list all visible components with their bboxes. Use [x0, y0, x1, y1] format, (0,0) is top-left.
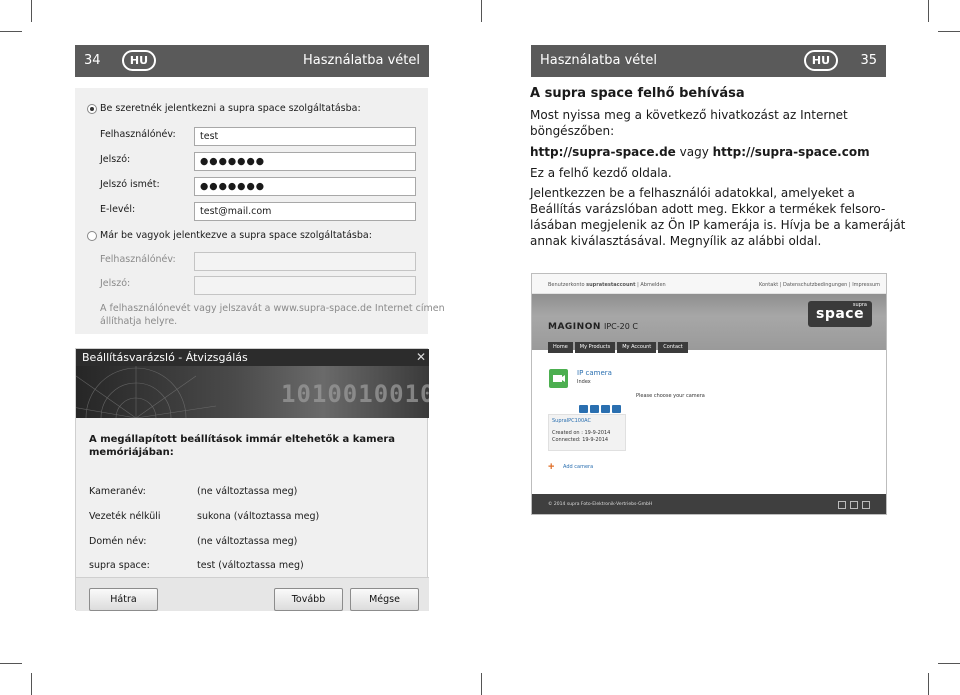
setup-wizard-screenshot: Beállításvarázsló - Átvizsgálás ✕ 101001… [75, 348, 429, 611]
password-repeat-input[interactable]: ●●●●●●● [194, 177, 416, 196]
delete-icon[interactable] [612, 405, 621, 413]
left-page-header: 34 HU Használatba vétel [75, 45, 429, 77]
page-number: 34 [84, 53, 101, 68]
settings-icon[interactable] [601, 405, 610, 413]
menu-item-contact[interactable]: Contact [658, 342, 688, 353]
setting-label: Domén név: [89, 536, 147, 547]
device-card[interactable]: SupraIPC100AC Created on : 19-9-2014 Con… [548, 414, 626, 451]
existing-username-label: Felhasználónév: [100, 254, 176, 265]
url-line: http://supra-space.de vagy http://supra-… [530, 145, 870, 159]
choose-camera-text: Please choose your camera [636, 393, 705, 399]
main-menu: Home My Products My Account Contact [548, 342, 688, 353]
close-icon[interactable]: ✕ [416, 350, 426, 364]
brand-name: MAGINON [548, 322, 601, 332]
camera-subtitle: Index [577, 379, 591, 385]
page-header-title: Használatba vétel [303, 53, 420, 68]
article-paragraph: Ez a felhő kezdő oldala. [530, 166, 672, 180]
username-label: Felhasználónév: [100, 129, 176, 140]
register-radio-label: Be szeretnék jelentkezni a supra space s… [100, 103, 361, 114]
account-name[interactable]: supratestaccount [586, 282, 635, 288]
camera-icon [549, 369, 568, 388]
existing-account-radio-label: Már be vagyok jelentkezve a supra space … [100, 230, 372, 241]
account-bar: Benutzerkonto supratestaccount | Abmelde… [532, 274, 886, 294]
setting-value: sukona (változtassa meg) [197, 511, 320, 522]
register-radio[interactable] [87, 104, 97, 114]
add-camera-link[interactable]: Add camera [563, 464, 593, 470]
device-created: Created on : 19-9-2014 [552, 430, 611, 436]
menu-item-home[interactable]: Home [548, 342, 573, 353]
view-icon[interactable] [579, 405, 588, 413]
banner-digits: 1010010010 [281, 380, 429, 408]
password-input[interactable]: ●●●●●●● [194, 152, 416, 171]
browser-screenshot: Benutzerkonto supratestaccount | Abmelde… [531, 273, 887, 515]
wizard-heading-line1: A megállapított beállítások immár eltehe… [89, 434, 396, 445]
setting-value: (ne változtassa meg) [197, 486, 298, 497]
wizard-title: Beállításvarázsló - Átvizsgálás [82, 351, 248, 364]
wizard-banner: 1010010010 [76, 366, 429, 418]
menu-item-my-account[interactable]: My Account [617, 342, 657, 353]
setting-value: test (változtassa meg) [197, 560, 304, 571]
wizard-heading-line2: memóriájában: [89, 447, 174, 458]
account-info: Benutzerkonto supratestaccount | Abmelde… [548, 282, 666, 288]
device-toolbar [579, 405, 621, 413]
recovery-note-line1: A felhasználónevét vagy jelszavát a www.… [100, 303, 445, 314]
existing-username-input[interactable] [194, 252, 416, 271]
setting-label: Kameranév: [89, 486, 146, 497]
logout-link[interactable]: | Abmelden [635, 282, 666, 288]
or-word: vagy [675, 145, 713, 159]
url-link[interactable]: http://supra-space.de [530, 145, 676, 159]
facebook-icon[interactable] [838, 501, 846, 509]
language-badge: HU [804, 50, 838, 71]
password-repeat-label: Jelszó ismét: [100, 179, 160, 190]
add-icon[interactable]: + [548, 462, 554, 473]
setting-value: (ne változtassa meg) [197, 536, 298, 547]
email-input[interactable]: test@mail.com [194, 202, 416, 221]
recovery-note-line2: állíthatja helyre. [100, 316, 178, 327]
article-paragraph: Most nyissa meg a következő hivatkozást … [530, 108, 848, 122]
right-page-header: Használatba vétel HU 35 [531, 45, 886, 77]
article-paragraph: annak kiválasztásával. Megnyílik az aláb… [530, 234, 822, 248]
wizard-button-bar: Hátra Tovább Mégse [76, 577, 429, 611]
existing-password-input[interactable] [194, 276, 416, 295]
device-name: SupraIPC100AC [552, 418, 591, 424]
page-header-title: Használatba vétel [540, 53, 657, 68]
camera-title[interactable]: IP camera [577, 369, 612, 377]
article-paragraph: lásában megjelenik az Ön IP kamerája is.… [530, 218, 906, 232]
article-paragraph: böngészőben: [530, 124, 615, 138]
page-number: 35 [860, 53, 877, 68]
article-title: A supra space felhő behívása [530, 86, 745, 101]
back-button[interactable]: Hátra [89, 588, 158, 611]
existing-account-radio[interactable] [87, 231, 97, 241]
existing-password-label: Jelszó: [100, 278, 131, 289]
close-icon[interactable] [862, 501, 870, 509]
device-connected: Connected: 19-9-2014 [552, 437, 609, 443]
wizard-title-bar: Beállításvarázsló - Átvizsgálás ✕ [76, 349, 429, 366]
model-name: IPC-20 C [604, 322, 638, 331]
email-label: E-levél: [100, 204, 136, 215]
language-badge: HU [122, 50, 156, 71]
supra-space-logo: supra space [808, 301, 872, 327]
site-footer: © 2014 supra Foto-Elektronik-Vertriebs-G… [532, 494, 886, 514]
setting-label: supra space: [89, 560, 150, 571]
password-label: Jelszó: [100, 154, 131, 165]
username-input[interactable]: test [194, 127, 416, 146]
setting-label: Vezeték nélküli [89, 511, 161, 522]
edit-icon[interactable] [590, 405, 599, 413]
login-form-screenshot: Be szeretnék jelentkezni a supra space s… [75, 88, 445, 334]
url-link[interactable]: http://supra-space.com [713, 145, 870, 159]
article-paragraph: Beállítás varázslóban adott meg. Ekkor a… [530, 202, 886, 216]
top-links[interactable]: Kontakt | Datenschutzbedingungen | Impre… [759, 282, 880, 288]
article-paragraph: Jelentkezzen be a felhasználói adatokkal… [530, 186, 855, 200]
cancel-button[interactable]: Mégse [350, 588, 419, 611]
logo-big: space [816, 306, 865, 322]
footer-copyright: © 2014 supra Foto-Elektronik-Vertriebs-G… [548, 502, 653, 507]
share-icon[interactable] [850, 501, 858, 509]
account-prefix: Benutzerkonto [548, 282, 587, 288]
menu-item-my-products[interactable]: My Products [574, 342, 616, 353]
next-button[interactable]: Tovább [274, 588, 343, 611]
